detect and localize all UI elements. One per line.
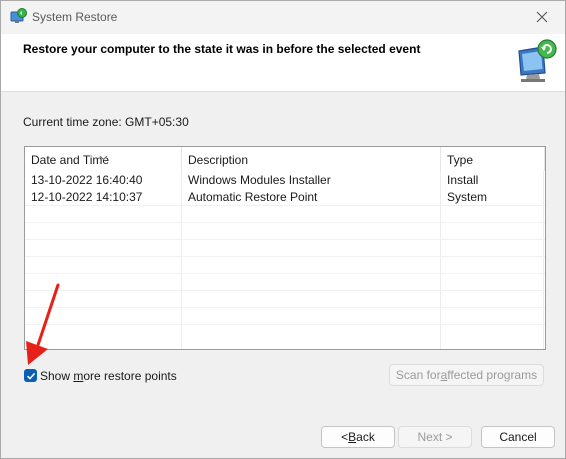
close-icon <box>536 11 548 23</box>
check-icon <box>26 372 35 380</box>
cell-type: Install <box>447 173 479 187</box>
row-divider <box>25 256 545 257</box>
system-restore-icon <box>9 8 27 26</box>
row-divider <box>25 324 545 325</box>
next-button[interactable]: Next > <box>398 426 472 448</box>
cell-description: Windows Modules Installer <box>188 173 331 187</box>
window-title: System Restore <box>32 10 118 24</box>
header-banner: Restore your computer to the state it wa… <box>1 34 565 92</box>
column-header-type[interactable]: Type <box>441 147 545 171</box>
row-divider <box>25 222 545 223</box>
title-bar: System Restore <box>1 1 565 34</box>
close-button[interactable] <box>519 1 565 33</box>
cancel-button[interactable]: Cancel <box>481 426 555 448</box>
show-more-checkbox[interactable] <box>24 369 37 382</box>
row-divider <box>25 290 545 291</box>
scan-affected-programs-button[interactable]: Scan for a ffected programs <box>389 364 544 386</box>
row-divider <box>25 273 545 274</box>
red-arrow-annotation <box>26 283 60 365</box>
show-more-label[interactable]: Show more restore points <box>40 369 177 383</box>
row-divider <box>25 239 545 240</box>
table-header: Date and Time Description Type <box>25 147 545 171</box>
back-button[interactable]: < Back <box>321 426 395 448</box>
column-header-description[interactable]: Description <box>182 147 441 171</box>
restore-monitor-icon <box>513 37 561 85</box>
row-divider <box>25 307 545 308</box>
cell-description: Automatic Restore Point <box>188 190 318 204</box>
timezone-label: Current time zone: GMT+05:30 <box>23 115 189 129</box>
cell-type: System <box>447 190 488 204</box>
header-title: Restore your computer to the state it wa… <box>23 42 421 56</box>
table-row[interactable]: 13-10-2022 16:40:40 Windows Modules Inst… <box>25 172 545 189</box>
restore-points-table[interactable]: Date and Time Description Type 13-10-202… <box>24 146 546 350</box>
table-row[interactable]: 12-10-2022 14:10:37 Automatic Restore Po… <box>25 189 545 206</box>
cell-date: 13-10-2022 16:40:40 <box>31 173 143 187</box>
system-restore-window: System Restore Restore your computer to … <box>0 0 566 459</box>
column-header-date[interactable]: Date and Time <box>25 147 182 171</box>
sort-arrow-icon <box>99 147 108 171</box>
cell-date: 12-10-2022 14:10:37 <box>31 190 143 204</box>
